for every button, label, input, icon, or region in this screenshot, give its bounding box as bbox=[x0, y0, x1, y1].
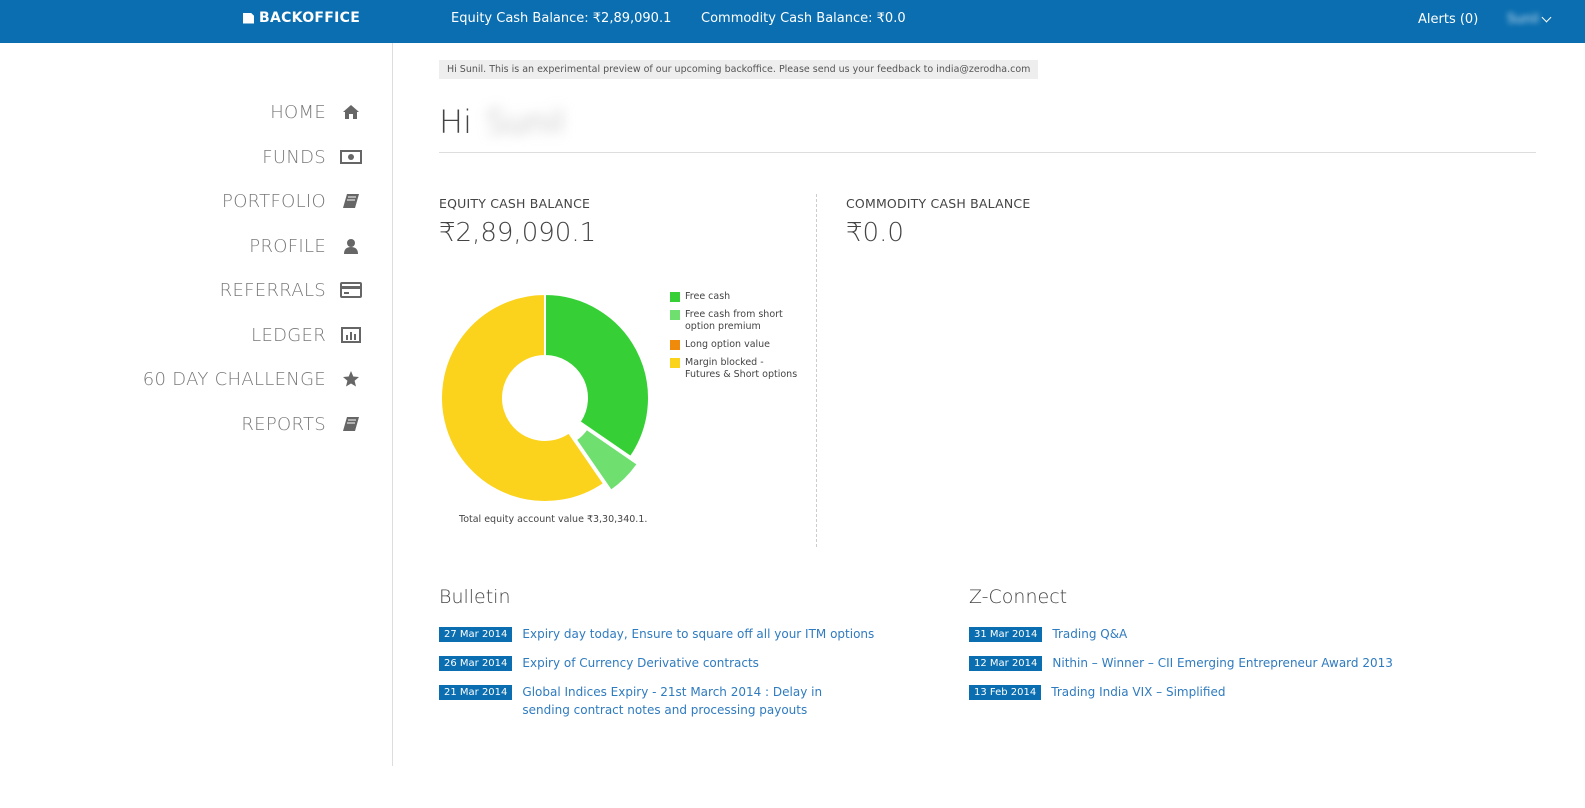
main-content: Hi Sunil. This is an experimental previe… bbox=[394, 43, 1585, 808]
date-badge: 26 Mar 2014 bbox=[439, 656, 513, 671]
bulletin-link[interactable]: Global Indices Expiry - 21st March 2014 … bbox=[522, 683, 862, 719]
sidebar-item-funds[interactable]: FUNDS bbox=[262, 144, 362, 170]
bulletin-title: Bulletin bbox=[439, 586, 511, 608]
sidebar-item-reports[interactable]: REPORTS bbox=[241, 411, 362, 437]
date-badge: 27 Mar 2014 bbox=[439, 627, 513, 642]
list-item: 13 Feb 2014 Trading India VIX – Simplifi… bbox=[969, 683, 1409, 701]
legend-item: Margin blocked - Futures & Short options bbox=[670, 357, 800, 381]
sidebar-item-label: PORTFOLIO bbox=[222, 190, 326, 212]
list-item: 26 Mar 2014 Expiry of Currency Derivativ… bbox=[439, 654, 879, 672]
home-icon bbox=[340, 102, 362, 122]
legend-swatch bbox=[670, 340, 680, 350]
equity-donut-chart bbox=[440, 292, 650, 503]
sidebar-item-home[interactable]: HOME bbox=[270, 99, 362, 125]
sidebar-item-referrals[interactable]: REFERRALS bbox=[220, 277, 362, 303]
list-item: 31 Mar 2014 Trading Q&A bbox=[969, 625, 1409, 643]
page-title: Hi Sunil bbox=[439, 103, 565, 141]
zconnect-list: 31 Mar 2014 Trading Q&A 12 Mar 2014 Nith… bbox=[969, 625, 1409, 712]
chart-caption: Total equity account value ₹3,30,340.1. bbox=[459, 514, 648, 525]
bulletin-link[interactable]: Expiry day today, Ensure to square off a… bbox=[522, 625, 874, 643]
legend-item: Free cash from short option premium bbox=[670, 309, 800, 333]
logo-text: BACKOFFICE bbox=[259, 10, 361, 26]
bulletin-list: 27 Mar 2014 Expiry day today, Ensure to … bbox=[439, 625, 879, 730]
column-divider bbox=[816, 194, 817, 547]
date-badge: 31 Mar 2014 bbox=[969, 627, 1043, 642]
date-badge: 12 Mar 2014 bbox=[969, 656, 1043, 671]
user-menu[interactable]: Sunil bbox=[1507, 12, 1552, 27]
money-icon bbox=[340, 147, 362, 167]
greeting-text: Hi bbox=[439, 103, 472, 141]
user-name: Sunil bbox=[1507, 12, 1539, 27]
star-icon bbox=[340, 369, 362, 389]
zconnect-title: Z-Connect bbox=[969, 586, 1068, 608]
commodity-balance-value: ₹0.0 bbox=[846, 218, 904, 248]
greeting-name: Sunil bbox=[485, 103, 565, 141]
list-item: 27 Mar 2014 Expiry day today, Ensure to … bbox=[439, 625, 879, 643]
sidebar-item-label: FUNDS bbox=[262, 146, 326, 168]
equity-balance-value: ₹2,89,090.1 bbox=[439, 218, 597, 248]
legend-label: Long option value bbox=[685, 339, 771, 350]
sidebar-item-label: PROFILE bbox=[249, 235, 326, 257]
sidebar: HOME FUNDS PORTFOLIO PROFILE REFERRALS L… bbox=[0, 43, 393, 766]
zconnect-link[interactable]: Trading India VIX – Simplified bbox=[1051, 683, 1225, 701]
legend-swatch bbox=[670, 292, 680, 302]
list-item: 12 Mar 2014 Nithin – Winner – CII Emergi… bbox=[969, 654, 1409, 672]
equity-balance-header: Equity Cash Balance: ₹2,89,090.1 bbox=[451, 11, 672, 26]
top-bar: BACKOFFICE Equity Cash Balance: ₹2,89,09… bbox=[0, 0, 1585, 43]
sidebar-item-label: 60 DAY CHALLENGE bbox=[142, 368, 326, 390]
sidebar-item-60-day-challenge[interactable]: 60 DAY CHALLENGE bbox=[143, 366, 362, 392]
commodity-balance-title: COMMODITY CASH BALANCE bbox=[846, 196, 1031, 211]
logo-icon bbox=[243, 12, 254, 24]
bulletin-link[interactable]: Expiry of Currency Derivative contracts bbox=[522, 654, 759, 672]
book-icon bbox=[340, 191, 362, 211]
chevron-down-icon bbox=[1541, 12, 1552, 23]
logo[interactable]: BACKOFFICE bbox=[243, 10, 360, 26]
credit-card-icon bbox=[340, 280, 362, 300]
legend-label: Margin blocked - Futures & Short options bbox=[685, 357, 798, 380]
sidebar-item-label: HOME bbox=[270, 101, 326, 123]
list-item: 21 Mar 2014 Global Indices Expiry - 21st… bbox=[439, 683, 879, 719]
zconnect-link[interactable]: Nithin – Winner – CII Emerging Entrepren… bbox=[1052, 654, 1392, 672]
sidebar-item-label: REPORTS bbox=[241, 413, 326, 435]
legend-swatch bbox=[670, 358, 680, 368]
date-badge: 13 Feb 2014 bbox=[969, 685, 1042, 700]
preview-notice: Hi Sunil. This is an experimental previe… bbox=[439, 60, 1039, 79]
sidebar-item-profile[interactable]: PROFILE bbox=[249, 233, 362, 259]
legend-item: Long option value bbox=[670, 339, 800, 351]
legend-label: Free cash bbox=[685, 291, 731, 302]
book-icon bbox=[340, 414, 362, 434]
zconnect-link[interactable]: Trading Q&A bbox=[1052, 625, 1127, 643]
alerts-link[interactable]: Alerts (0) bbox=[1418, 12, 1478, 27]
sidebar-item-label: REFERRALS bbox=[219, 279, 326, 301]
user-icon bbox=[340, 236, 362, 256]
date-badge: 21 Mar 2014 bbox=[439, 685, 513, 700]
sidebar-item-label: LEDGER bbox=[251, 324, 326, 346]
sidebar-item-ledger[interactable]: LEDGER bbox=[251, 322, 362, 348]
pie-slice-1 bbox=[544, 292, 650, 459]
sidebar-item-portfolio[interactable]: PORTFOLIO bbox=[222, 188, 362, 214]
bar-chart-icon bbox=[340, 325, 362, 345]
equity-balance-title: EQUITY CASH BALANCE bbox=[439, 196, 591, 211]
legend-label: Free cash from short option premium bbox=[685, 309, 783, 332]
chart-legend: Free cash Free cash from short option pr… bbox=[670, 291, 800, 387]
legend-swatch bbox=[670, 310, 680, 320]
legend-item: Free cash bbox=[670, 291, 800, 303]
title-divider bbox=[439, 152, 1536, 153]
commodity-balance-header: Commodity Cash Balance: ₹0.0 bbox=[701, 11, 906, 26]
